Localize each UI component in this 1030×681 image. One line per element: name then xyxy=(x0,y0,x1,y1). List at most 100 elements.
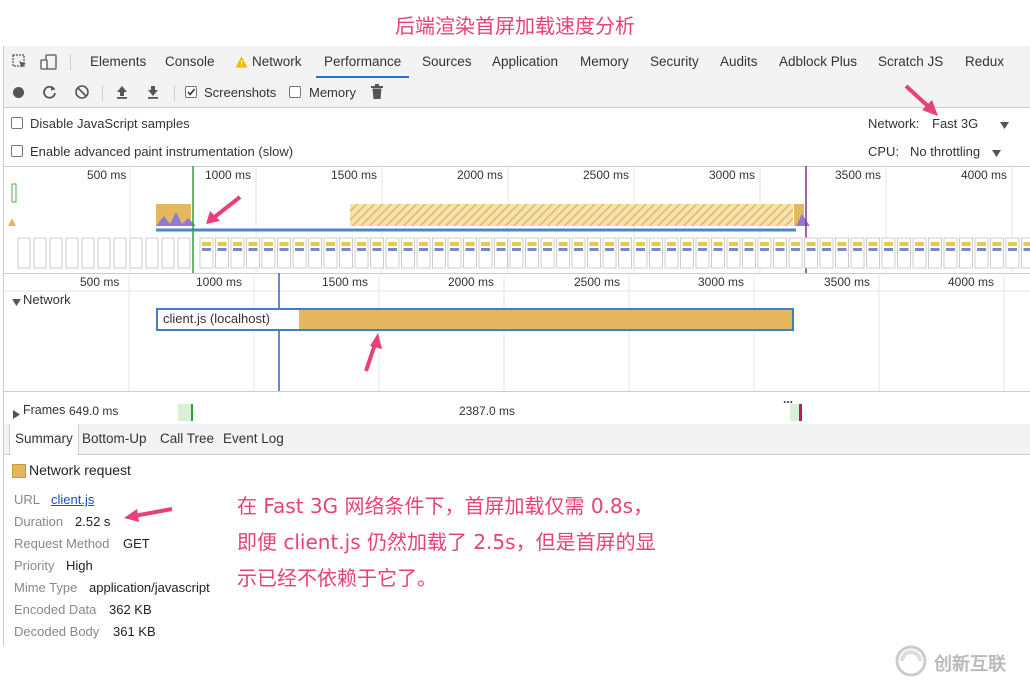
thumbnail-content xyxy=(683,242,692,246)
summary-label-method: Request Method xyxy=(14,536,109,551)
thumbnail-content xyxy=(869,242,878,246)
thumbnail-content xyxy=(652,248,661,251)
thumbnail-content xyxy=(497,248,506,251)
summary-label-decoded: Decoded Body xyxy=(14,624,99,639)
tab-application[interactable]: Application xyxy=(492,46,558,78)
cpu-throttle-select[interactable]: No throttling xyxy=(910,144,980,159)
thumbnail-content xyxy=(311,248,320,251)
tab-audits[interactable]: Audits xyxy=(720,46,758,78)
thumbnail-content xyxy=(512,248,521,251)
summary-encoded-data: 362 KB xyxy=(109,602,152,617)
tab-call-tree[interactable]: Call Tree xyxy=(160,424,214,454)
summary-heading: Network request xyxy=(29,462,131,478)
tab-adblock-plus[interactable]: Adblock Plus xyxy=(779,46,857,78)
tab-event-log[interactable]: Event Log xyxy=(223,424,284,454)
thumbnail-content xyxy=(435,248,444,251)
details-tab-bar: Summary Bottom-Up Call Tree Event Log xyxy=(4,424,1030,455)
thumbnail-content xyxy=(280,242,289,246)
summary-mime-type: application/javascript xyxy=(89,580,210,595)
thumbnail-content xyxy=(776,242,785,246)
frame-duration: 649.0 ms xyxy=(69,404,118,418)
thumbnail-content xyxy=(621,242,630,246)
thumbnail-content xyxy=(838,248,847,251)
timeline-overview[interactable]: 500 ms 1000 ms 1500 ms 2000 ms 2500 ms 3… xyxy=(4,166,1030,274)
thumbnail-content xyxy=(977,248,986,251)
thumbnail-content xyxy=(993,248,1002,251)
client-js-request-bar[interactable]: client.js (localhost) xyxy=(156,308,794,331)
summary-label-priority: Priority xyxy=(14,558,54,573)
chevron-down-icon[interactable] xyxy=(1000,118,1009,133)
annotation-line: 示已经不依赖于它了。 xyxy=(237,560,656,596)
memory-checkbox[interactable] xyxy=(289,86,301,98)
thumbnail-content xyxy=(218,248,227,251)
tab-scratch-js[interactable]: Scratch JS xyxy=(878,46,943,78)
cpu-throttle-label: CPU: xyxy=(868,144,899,159)
devtools-tab-bar: Elements Console Network Performance Sou… xyxy=(4,46,1030,79)
tab-network[interactable]: Network xyxy=(252,46,302,78)
thumbnail-content xyxy=(946,248,955,251)
capture-settings: Disable JavaScript samples Enable advanc… xyxy=(4,108,1030,167)
chevron-down-icon[interactable] xyxy=(992,146,1001,161)
thumbnail-content xyxy=(481,248,490,251)
screenshots-checkbox[interactable] xyxy=(185,86,197,98)
summary-url-link[interactable]: client.js xyxy=(51,492,94,507)
thumbnail-content xyxy=(760,242,769,246)
thumbnail-content xyxy=(822,248,831,251)
tab-redux[interactable]: Redux xyxy=(965,46,1004,78)
overview-graph xyxy=(4,166,1030,273)
tab-summary[interactable]: Summary xyxy=(9,424,79,455)
thumbnail-content xyxy=(822,242,831,246)
annotation-line: 在 Fast 3G 网络条件下，首屏加载仅需 0.8s， xyxy=(237,488,656,524)
thumbnail-content xyxy=(698,242,707,246)
inspect-element-icon[interactable] xyxy=(12,54,28,70)
thumbnail-content xyxy=(605,248,614,251)
thumbnail-content xyxy=(636,248,645,251)
disable-js-samples-checkbox[interactable] xyxy=(11,117,23,129)
thumbnail-content xyxy=(1008,248,1017,251)
annotation-line: 即便 client.js 仍然加载了 2.5s，但是首屏的显 xyxy=(237,524,656,560)
annotation-arrow-icon xyxy=(122,504,174,527)
load-profile-icon[interactable] xyxy=(114,84,130,103)
toolbar-divider xyxy=(174,85,175,101)
thumbnail-content xyxy=(202,248,211,251)
summary-label-duration: Duration xyxy=(14,514,63,529)
reload-icon[interactable] xyxy=(42,84,58,103)
expand-triangle-icon[interactable] xyxy=(12,295,21,310)
tab-bottom-up[interactable]: Bottom-Up xyxy=(82,424,147,454)
thumbnail-content xyxy=(233,242,242,246)
thumbnail-content xyxy=(745,242,754,246)
tab-sources[interactable]: Sources xyxy=(422,46,472,78)
save-profile-icon[interactable] xyxy=(145,84,161,103)
thumbnail-content xyxy=(218,242,227,246)
thumbnail-content xyxy=(543,242,552,246)
tab-memory[interactable]: Memory xyxy=(580,46,629,78)
trash-icon[interactable] xyxy=(370,83,384,103)
thumbnail-content xyxy=(807,248,816,251)
thumbnail-content xyxy=(621,248,630,251)
thumbnail-content xyxy=(962,242,971,246)
thumbnail-content xyxy=(357,248,366,251)
summary-priority: High xyxy=(66,558,93,573)
memory-label: Memory xyxy=(309,85,356,100)
thumbnail-content xyxy=(249,248,258,251)
tab-console[interactable]: Console xyxy=(165,46,215,78)
thumbnail-content xyxy=(636,242,645,246)
thumbnail-content xyxy=(373,242,382,246)
expand-triangle-icon[interactable] xyxy=(12,407,20,422)
tab-performance[interactable]: Performance xyxy=(316,46,409,78)
tab-security[interactable]: Security xyxy=(650,46,699,78)
tab-elements[interactable]: Elements xyxy=(90,46,146,78)
page-title: 后端渲染首屏加载速度分析 xyxy=(0,10,1030,39)
thumbnail-content xyxy=(450,248,459,251)
frames-track[interactable]: Frames 649.0 ms 2387.0 ms ... xyxy=(4,401,1030,425)
record-icon[interactable] xyxy=(13,87,24,98)
summary-label-encoded: Encoded Data xyxy=(14,602,96,617)
advanced-paint-checkbox[interactable] xyxy=(11,145,23,157)
thumbnail-content xyxy=(853,242,862,246)
thumbnail-content xyxy=(714,248,723,251)
device-toolbar-icon[interactable] xyxy=(40,53,58,71)
thumbnail-content xyxy=(311,242,320,246)
thumbnail-content xyxy=(481,242,490,246)
thumbnail-content xyxy=(590,242,599,246)
clear-icon[interactable] xyxy=(74,84,90,103)
